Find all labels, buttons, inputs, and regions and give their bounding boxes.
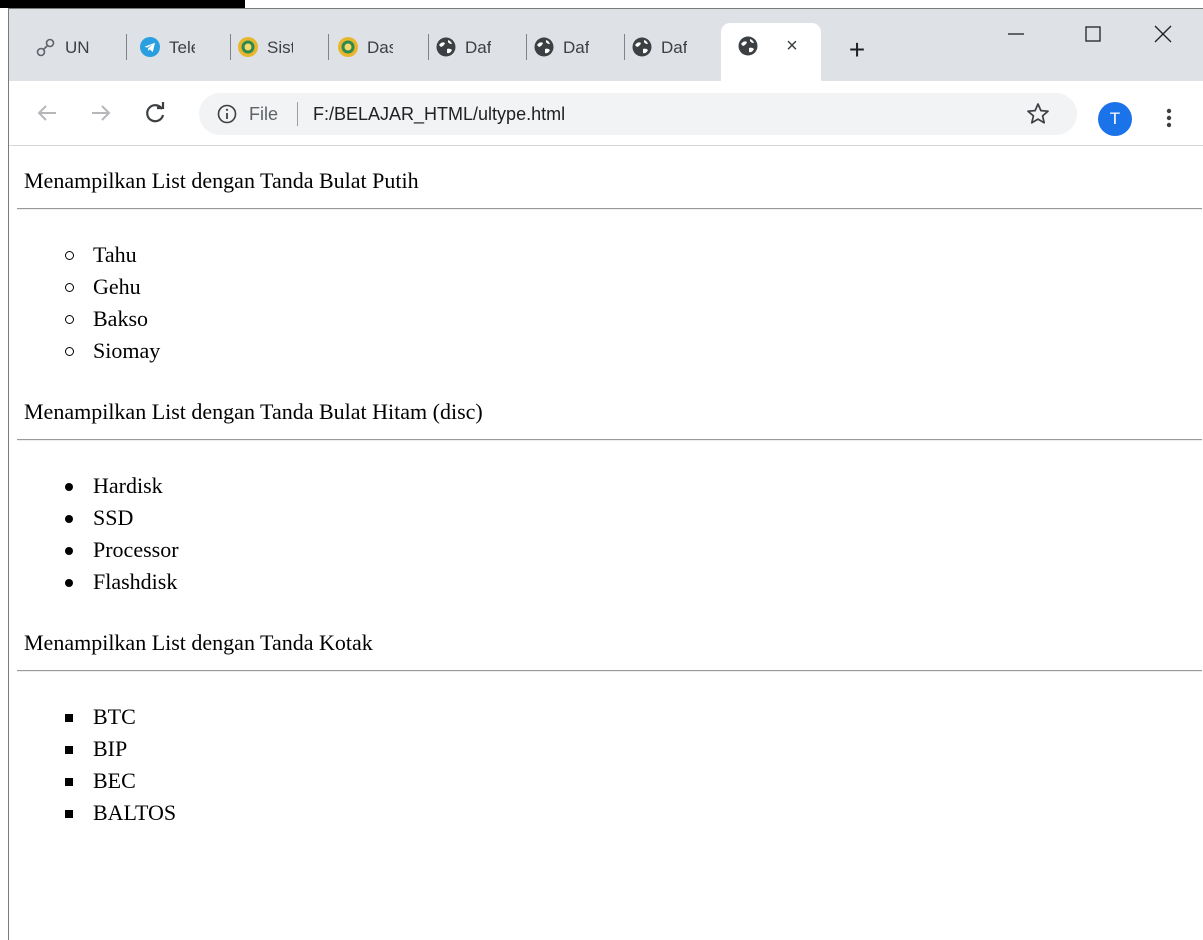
desktop-strip (0, 0, 1203, 8)
list-item-text: Processor (93, 537, 179, 562)
horizontal-rule (17, 670, 1202, 672)
list-item-text: SSD (93, 505, 134, 530)
university-logo-icon (238, 37, 258, 57)
tab-separator (624, 34, 625, 60)
section-heading: Menampilkan List dengan Tanda Bulat Hita… (24, 399, 483, 424)
url-text[interactable]: F:/BELAJAR_HTML/ultype.html (313, 104, 565, 125)
list-item-text: Tahu (93, 242, 137, 267)
university-logo-icon (338, 37, 358, 57)
tab-2[interactable]: Tele (139, 30, 231, 64)
list-item-text: Gehu (93, 274, 141, 299)
tab-7[interactable]: Daf (631, 30, 719, 64)
tab-strip: UN Tele Sist D (9, 9, 1203, 81)
reload-icon[interactable] (137, 95, 173, 131)
list-item-text: Siomay (93, 338, 161, 363)
tab-7-label: Daf (661, 38, 687, 57)
circle-bullet-icon (65, 347, 74, 356)
tab-separator (428, 34, 429, 60)
telegram-icon (140, 37, 160, 57)
tab-1-label: UN (65, 38, 90, 57)
tab-3-label: Sist (267, 38, 293, 57)
close-window-icon[interactable] (1143, 19, 1183, 49)
info-icon[interactable] (217, 104, 237, 124)
list-item-text: BALTOS (93, 800, 177, 825)
tab-6-label: Daf (563, 38, 589, 57)
list-item-text: Bakso (93, 306, 148, 331)
minimize-icon[interactable] (996, 19, 1036, 49)
bookmark-star-icon[interactable] (1025, 101, 1051, 127)
back-arrow-icon[interactable] (29, 95, 65, 131)
tab-4-label: Das (367, 38, 393, 57)
disc-bullet-icon (65, 579, 73, 587)
tab-2-label: Tele (169, 38, 195, 57)
globe-icon (534, 37, 554, 57)
list-item-text: BIP (93, 736, 128, 761)
tab-5-label: Daf (465, 38, 491, 57)
disc-bullet-icon (65, 547, 73, 555)
browser-window: UN Tele Sist D (8, 8, 1203, 940)
address-divider (297, 102, 298, 126)
list-item-text: Flashdisk (93, 569, 178, 594)
list-item-text: BEC (93, 768, 136, 793)
circle-bullet-icon (65, 251, 74, 260)
square-bullet-icon (65, 778, 73, 786)
disc-bullet-icon (65, 515, 73, 523)
forward-arrow-icon[interactable] (83, 95, 119, 131)
circle-bullet-icon (65, 283, 74, 292)
tab-active[interactable]: × (721, 23, 821, 81)
tab-separator (126, 34, 127, 60)
square-bullet-icon (65, 714, 73, 722)
tab-5[interactable]: Daf (435, 30, 527, 64)
page-content: Menampilkan List dengan Tanda Bulat Puti… (17, 146, 1203, 940)
tab-1[interactable]: UN (35, 30, 127, 64)
globe-icon (632, 37, 652, 57)
list-item-text: BTC (93, 704, 136, 729)
horizontal-rule (17, 439, 1202, 441)
link-icon (36, 38, 55, 57)
toolbar: File F:/BELAJAR_HTML/ultype.html T (9, 81, 1203, 146)
circle-bullet-icon (65, 315, 74, 324)
section-heading: Menampilkan List dengan Tanda Kotak (24, 630, 373, 655)
list-item-text: Hardisk (93, 473, 163, 498)
tab-separator (328, 34, 329, 60)
scheme-label: File (249, 104, 279, 124)
disc-bullet-icon (65, 483, 73, 491)
horizontal-rule (17, 208, 1202, 210)
profile-avatar[interactable]: T (1098, 102, 1132, 136)
tab-separator (526, 34, 527, 60)
more-menu-icon[interactable] (1159, 103, 1179, 133)
section-heading: Menampilkan List dengan Tanda Bulat Puti… (24, 168, 419, 193)
square-bullet-icon (65, 810, 73, 818)
desktop-background-edge (0, 0, 64, 6)
tab-separator (230, 34, 231, 60)
tab-6[interactable]: Daf (533, 30, 625, 64)
new-tab-button[interactable]: + (842, 36, 872, 66)
tab-3[interactable]: Sist (237, 30, 329, 64)
close-tab-icon[interactable]: × (779, 33, 805, 59)
square-bullet-icon (65, 746, 73, 754)
address-bar[interactable]: File F:/BELAJAR_HTML/ultype.html (199, 93, 1077, 135)
globe-icon (436, 37, 456, 57)
maximize-icon[interactable] (1073, 19, 1113, 49)
tab-4[interactable]: Das (337, 30, 429, 64)
globe-icon (738, 36, 758, 56)
